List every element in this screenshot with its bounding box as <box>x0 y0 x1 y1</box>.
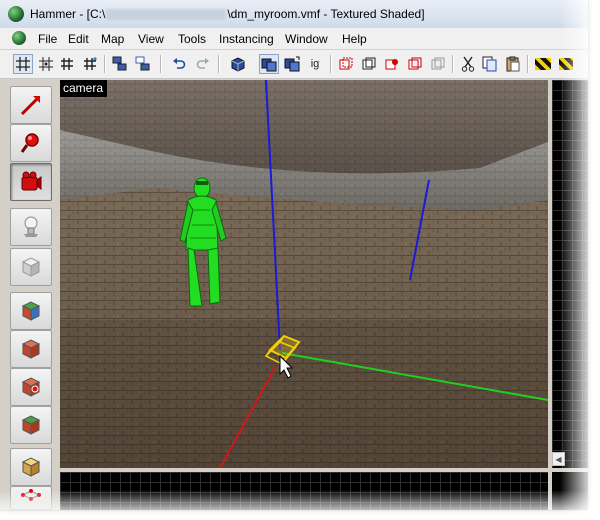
undo-icon[interactable] <box>169 54 189 74</box>
texture-lock-scale-icon[interactable] <box>282 54 302 74</box>
toolbar-separator <box>452 55 454 73</box>
decal-tool-icon <box>21 377 41 397</box>
copy-icon[interactable] <box>480 54 500 74</box>
hazard-icon[interactable] <box>533 54 553 74</box>
menu-file[interactable]: File <box>38 32 57 46</box>
menu-edit[interactable]: Edit <box>68 32 89 46</box>
title-bar[interactable]: Hammer - [C:\ \dm_myroom.vmf - Textured S… <box>0 0 588 29</box>
vertex-tool-button[interactable] <box>10 486 52 510</box>
ignore-groups-text: ig <box>310 58 320 70</box>
menu-help[interactable]: Help <box>342 32 367 46</box>
visgroup-apply-icon[interactable] <box>428 54 448 74</box>
clipping-tool-button[interactable] <box>10 448 52 486</box>
bottom-2d-viewport[interactable] <box>60 472 548 510</box>
decal-tool-button[interactable] <box>10 368 52 406</box>
apply-texture-button[interactable] <box>10 330 52 368</box>
overlay-tool-icon <box>21 415 41 435</box>
toolbar-separator <box>218 55 220 73</box>
toolbar-separator <box>104 55 106 73</box>
texture-application-icon <box>21 301 41 321</box>
scroll-left-arrow-icon[interactable]: ◀ <box>552 452 565 466</box>
selection-tool-button[interactable] <box>10 86 52 124</box>
window-title: Hammer - [C:\ \dm_myroom.vmf - Textured S… <box>30 7 425 21</box>
camera-tool-button[interactable] <box>10 163 52 201</box>
entity-tool-icon <box>24 216 38 237</box>
overlay-tool-button[interactable] <box>10 406 52 444</box>
magnify-tool-icon <box>20 133 39 153</box>
toolbar-separator <box>527 55 529 73</box>
clipping-tool-icon <box>21 457 41 477</box>
hammer-window: Hammer - [C:\ \dm_myroom.vmf - Textured S… <box>0 0 589 511</box>
title-file-name: \dm_myroom.vmf - Textured Shaded] <box>227 7 425 21</box>
magnify-tool-button[interactable] <box>10 124 52 162</box>
grid-larger-icon[interactable] <box>80 54 100 74</box>
show-icon[interactable] <box>359 54 379 74</box>
main-toolbar: ig <box>0 50 588 79</box>
tools-palette <box>0 80 58 510</box>
hammer-app-icon <box>8 6 24 22</box>
ignore-groups-label[interactable]: ig <box>305 54 325 74</box>
document-globe-icon[interactable] <box>12 31 26 45</box>
group-icon[interactable] <box>110 54 130 74</box>
camera-scene <box>60 80 548 468</box>
texture-application-button[interactable] <box>10 292 52 330</box>
camera-viewport[interactable]: camera <box>60 80 548 468</box>
paste-icon[interactable] <box>503 54 523 74</box>
menu-tools[interactable]: Tools <box>178 32 206 46</box>
redo-icon[interactable] <box>193 54 213 74</box>
block-tool-button[interactable] <box>10 248 52 286</box>
ungroup-icon[interactable] <box>133 54 153 74</box>
corner-2d-viewport[interactable] <box>552 472 588 510</box>
grid-icon[interactable] <box>13 54 33 74</box>
menu-map[interactable]: Map <box>101 32 124 46</box>
toolbar-separator <box>160 55 162 73</box>
hazard-alt-icon[interactable] <box>556 54 576 74</box>
block-tool-icon <box>21 257 41 277</box>
menu-bar: File Edit Map View Tools Instancing Wind… <box>0 28 588 50</box>
grid-smaller-icon[interactable] <box>57 54 77 74</box>
vertex-tool-icon <box>21 489 41 501</box>
menu-window[interactable]: Window <box>285 32 328 46</box>
hide-icon[interactable] <box>336 54 356 74</box>
visgroup-icon[interactable] <box>405 54 425 74</box>
top-2d-viewport[interactable] <box>552 80 588 468</box>
menu-view[interactable]: View <box>138 32 164 46</box>
entity-tool-button[interactable] <box>10 208 52 246</box>
toolbar-separator <box>330 55 332 73</box>
cordon-icon[interactable] <box>382 54 402 74</box>
selection-tool-icon <box>20 96 40 116</box>
cut-icon[interactable] <box>458 54 478 74</box>
menu-instancing[interactable]: Instancing <box>219 32 274 46</box>
blurred-path <box>106 9 227 21</box>
viewport-type-label[interactable]: camera <box>60 80 108 97</box>
title-path-prefix: Hammer - [C:\ <box>30 7 106 21</box>
grid-toggle-icon[interactable] <box>36 54 56 74</box>
apply-texture-icon <box>21 339 41 359</box>
camera-tool-icon <box>21 171 42 191</box>
carve-icon[interactable] <box>228 54 248 74</box>
texture-lock-icon[interactable] <box>259 54 279 74</box>
